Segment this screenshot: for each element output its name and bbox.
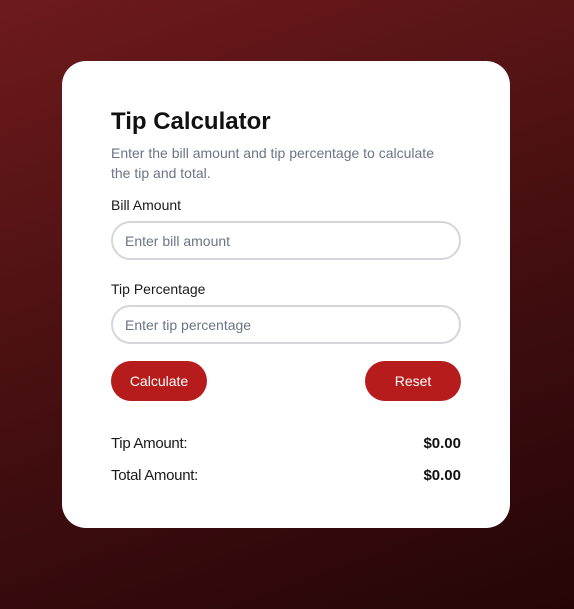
results-section: Tip Amount: $0.00 Total Amount: $0.00	[111, 427, 461, 491]
total-amount-label: Total Amount:	[111, 466, 198, 484]
page-subtitle: Enter the bill amount and tip percentage…	[111, 145, 434, 181]
tip-percentage-label: Tip Percentage	[111, 281, 206, 297]
tip-amount-row: Tip Amount: $0.00	[111, 427, 461, 459]
tip-amount-value: $0.00	[423, 434, 461, 452]
reset-button[interactable]: Reset	[365, 361, 461, 401]
tip-amount-label: Tip Amount:	[111, 434, 188, 452]
bill-amount-input[interactable]	[111, 221, 461, 260]
bill-amount-label: Bill Amount	[111, 197, 182, 213]
tip-percentage-input[interactable]	[111, 305, 461, 344]
total-amount-row: Total Amount: $0.00	[111, 459, 461, 491]
total-amount-value: $0.00	[423, 466, 461, 484]
tip-calculator-card: Tip Calculator Enter the bill amount and…	[62, 61, 510, 528]
page-title: Tip Calculator	[111, 108, 271, 135]
button-row: Calculate Reset	[111, 361, 461, 401]
calculate-button[interactable]: Calculate	[111, 361, 207, 401]
